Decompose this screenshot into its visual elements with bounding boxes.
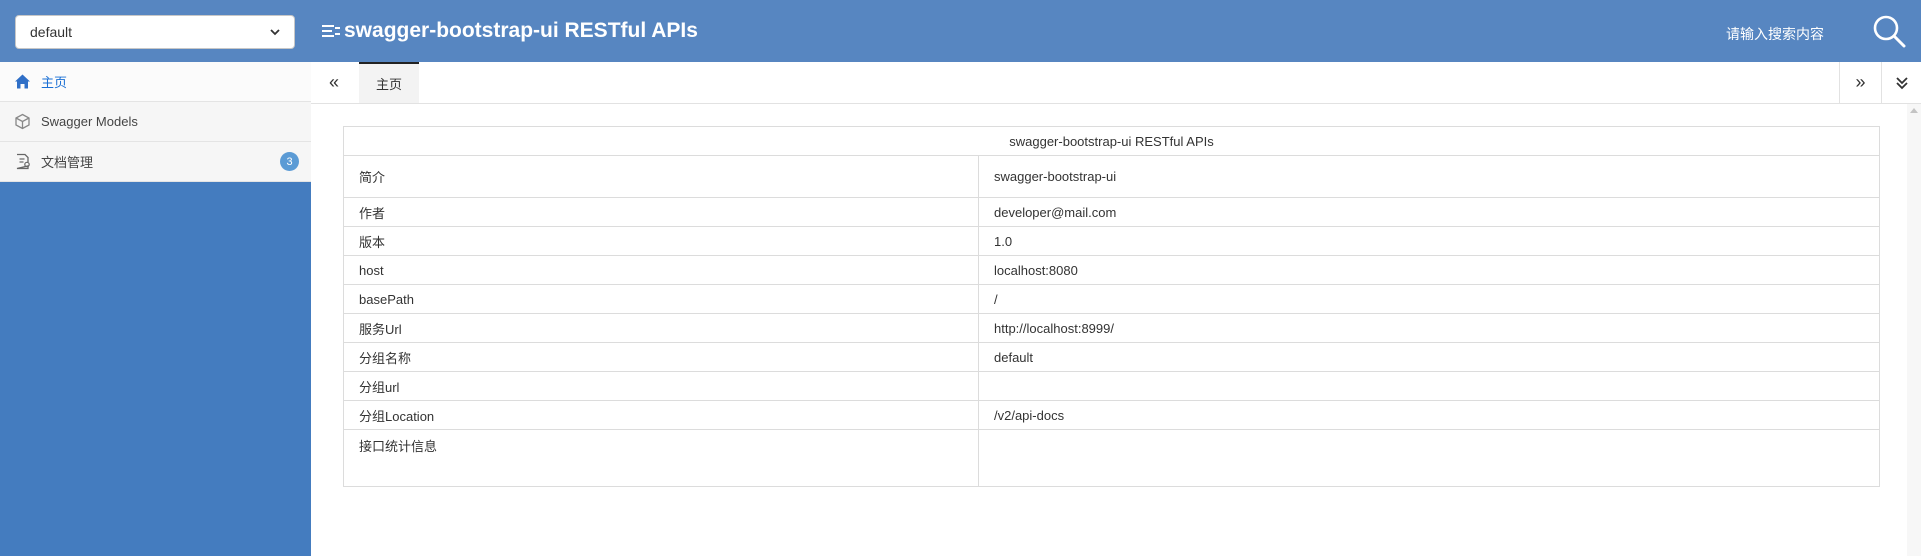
row-value: / (978, 284, 1880, 314)
group-select-value: default (30, 24, 73, 40)
search-input[interactable]: 请输入搜索内容 (1726, 24, 1856, 44)
scrollbar[interactable] (1907, 104, 1921, 556)
table-row: 版本 1.0 (343, 226, 1880, 256)
row-value: swagger-bootstrap-ui (978, 155, 1880, 198)
row-value: developer@mail.com (978, 197, 1880, 227)
row-key: 简介 (343, 155, 979, 198)
group-select[interactable]: default (15, 15, 295, 49)
tab-options-button[interactable] (1881, 62, 1921, 103)
row-value (978, 429, 1880, 487)
row-key: 分组url (343, 371, 979, 401)
double-chevron-down-icon (1895, 76, 1908, 89)
row-key: basePath (343, 284, 979, 314)
sidebar: 主页 Swagger Models 文档管理 3 (0, 62, 311, 556)
sidebar-item-label: Swagger Models (41, 114, 138, 129)
models-icon (14, 113, 31, 130)
header-title-area: swagger-bootstrap-ui RESTful APIs (322, 0, 698, 62)
table-row: 接口统计信息 (343, 429, 1880, 487)
search-icon[interactable] (1870, 12, 1908, 50)
tabs-bar: « 主页 » (311, 62, 1921, 104)
table-row: 作者 developer@mail.com (343, 197, 1880, 227)
row-value: 1.0 (978, 226, 1880, 256)
table-row: 分组名称 default (343, 342, 1880, 372)
table-row: 分组Location /v2/api-docs (343, 400, 1880, 430)
row-key: host (343, 255, 979, 285)
table-title: swagger-bootstrap-ui RESTful APIs (343, 126, 1880, 156)
table-header-row: swagger-bootstrap-ui RESTful APIs (343, 126, 1880, 156)
row-value: localhost:8080 (978, 255, 1880, 285)
document-settings-icon (14, 153, 31, 170)
table-row: 服务Url http://localhost:8999/ (343, 313, 1880, 343)
row-key: 作者 (343, 197, 979, 227)
table-row: host localhost:8080 (343, 255, 1880, 285)
table-row: 分组url (343, 371, 1880, 401)
row-key: 接口统计信息 (343, 429, 979, 487)
row-value: /v2/api-docs (978, 400, 1880, 430)
app-title: swagger-bootstrap-ui RESTful APIs (344, 19, 698, 42)
home-icon (14, 73, 31, 90)
top-header: default swagger-bootstrap-ui RESTful API… (0, 0, 1921, 62)
row-key: 服务Url (343, 313, 979, 343)
scroll-up-arrow-icon[interactable] (1910, 108, 1918, 113)
count-badge: 3 (280, 152, 299, 171)
sidebar-item-swagger-models[interactable]: Swagger Models (0, 102, 311, 142)
tab-scroll-left-button[interactable]: « (311, 62, 357, 103)
sidebar-item-label: 文档管理 (41, 155, 94, 170)
table-row: 简介 swagger-bootstrap-ui (343, 155, 1880, 198)
api-info-table: swagger-bootstrap-ui RESTful APIs 简介 swa… (343, 126, 1880, 487)
menu-toggle-icon[interactable] (322, 23, 340, 39)
row-value: http://localhost:8999/ (978, 313, 1880, 343)
tab-home[interactable]: 主页 (359, 62, 419, 103)
table-row: basePath / (343, 284, 1880, 314)
sidebar-item-label: 主页 (41, 75, 68, 90)
sidebar-item-document-management[interactable]: 文档管理 3 (0, 142, 311, 182)
sidebar-item-home[interactable]: 主页 (0, 62, 311, 102)
chevron-down-icon (270, 29, 280, 36)
row-key: 版本 (343, 226, 979, 256)
row-value (978, 371, 1880, 401)
row-key: 分组名称 (343, 342, 979, 372)
row-value: default (978, 342, 1880, 372)
tab-scroll-right-button[interactable]: » (1839, 62, 1881, 103)
row-key: 分组Location (343, 400, 979, 430)
